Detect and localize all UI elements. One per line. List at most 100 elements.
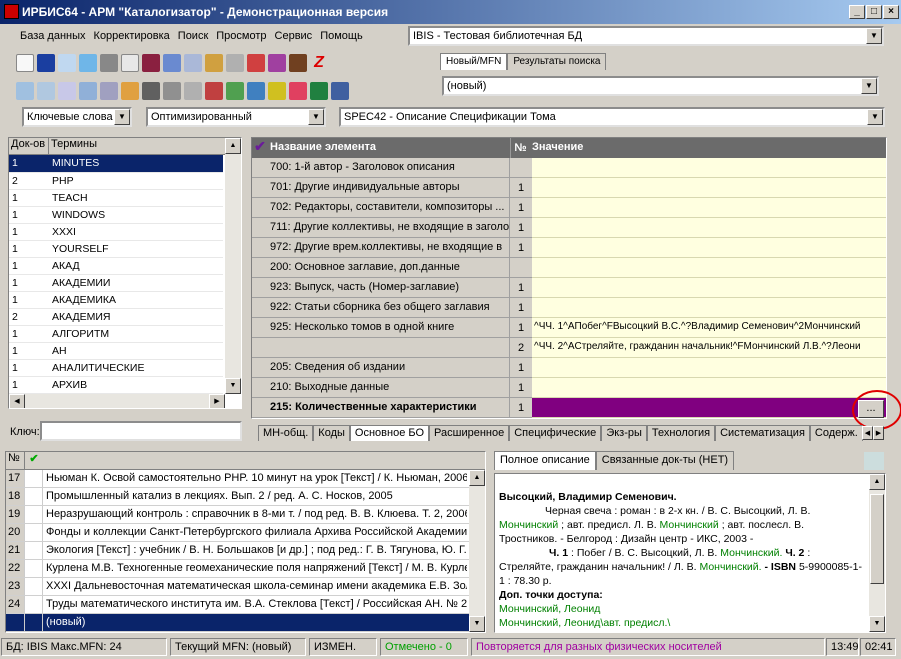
z-icon[interactable]: Z xyxy=(310,54,328,72)
worksheet-tab[interactable]: МН-общ. xyxy=(258,425,314,441)
term-row[interactable]: 1 АКАДЕМИКА xyxy=(9,291,223,309)
maximize-button[interactable]: □ xyxy=(866,5,882,19)
duplicate-icon[interactable] xyxy=(163,54,181,72)
chat-search-icon[interactable] xyxy=(37,82,55,100)
grid-row[interactable]: 200: Основное заглавие, доп.данные xyxy=(252,258,886,278)
result-row[interactable]: 23 XXXI Дальневосточная математическая ш… xyxy=(6,578,485,596)
minimize-button[interactable]: _ xyxy=(849,5,865,19)
grid-row[interactable]: 923: Выпуск, часть (Номер-заглавие) 1 xyxy=(252,278,886,298)
result-check[interactable] xyxy=(25,524,43,541)
term-row[interactable]: 1 YOURSELF xyxy=(9,240,223,258)
worksheet-tab[interactable]: Расширенное xyxy=(429,425,510,441)
forward-icon[interactable] xyxy=(226,82,244,100)
field-grid[interactable]: ✔ Название элемента № Значение 700: 1-й … xyxy=(251,137,887,419)
folder-icon[interactable] xyxy=(163,82,181,100)
app-icon[interactable] xyxy=(4,4,19,19)
terms-list[interactable]: Док-ов Термины 1 MINUTES 2 PHP 1 TEACH 1 WINDOW… xyxy=(8,137,242,409)
settings-icon[interactable] xyxy=(331,82,349,100)
scroll-down-icon[interactable]: ▼ xyxy=(469,616,485,632)
worksheet-tab[interactable]: Коды xyxy=(313,425,350,441)
element-value[interactable] xyxy=(532,178,886,198)
grid-row[interactable]: 702: Редакторы, составители, композиторы… xyxy=(252,198,886,218)
worksheet-tab[interactable]: Специфические xyxy=(509,425,602,441)
element-value[interactable] xyxy=(532,298,886,318)
checkmark-icon[interactable]: ✔ xyxy=(252,138,268,158)
element-value[interactable]: ^ЧЧ. 1^AПобег^FВысоцкий В.С.^?Владимир С… xyxy=(532,318,886,338)
mfn-select[interactable]: (новый) ▼ xyxy=(442,76,879,96)
grid-row[interactable]: 215: Количественные характеристики 1 xyxy=(252,398,886,418)
grid-row[interactable]: 972: Другие врем.коллективы, не входящие… xyxy=(252,238,886,258)
element-value[interactable]: ^ЧЧ. 2^AСтреляйте, гражданин начальник!^… xyxy=(532,338,886,358)
col-count[interactable]: Док-ов xyxy=(9,138,49,154)
grid-row[interactable]: 711: Другие коллективы, не входящие в за… xyxy=(252,218,886,238)
menu-view[interactable]: Просмотр xyxy=(212,30,270,42)
close-button[interactable]: × xyxy=(883,5,899,19)
result-check[interactable] xyxy=(25,596,43,613)
search-method-select[interactable]: Оптимизированный ▼ xyxy=(146,107,326,127)
scroll-thumb[interactable] xyxy=(870,494,884,584)
eye-icon[interactable] xyxy=(142,82,160,100)
report-icon[interactable] xyxy=(205,82,223,100)
term-row[interactable]: 1 АКАД xyxy=(9,257,223,275)
results-vscrollbar[interactable]: ▲ ▼ xyxy=(469,470,485,632)
database-select[interactable]: IBIS - Тестовая библиотечная БД ▼ xyxy=(408,26,884,46)
menu-database[interactable]: База данных xyxy=(16,30,90,42)
row-indicator[interactable] xyxy=(252,278,268,298)
new-doc-icon[interactable] xyxy=(16,54,34,72)
chevron-down-icon[interactable]: ▼ xyxy=(308,109,324,125)
element-value[interactable] xyxy=(532,258,886,278)
result-check[interactable] xyxy=(25,614,43,631)
chevron-down-icon[interactable]: ▼ xyxy=(867,109,883,125)
result-row[interactable]: 21 Экология [Текст] : учебник / В. Н. Бо… xyxy=(6,542,485,560)
next-record-icon[interactable] xyxy=(100,54,118,72)
menu-edit[interactable]: Корректировка xyxy=(90,30,174,42)
col-number[interactable]: № xyxy=(510,138,530,158)
result-check[interactable] xyxy=(25,488,43,505)
folder-open-icon[interactable] xyxy=(268,82,286,100)
tool-icon[interactable] xyxy=(121,82,139,100)
element-value[interactable] xyxy=(532,358,886,378)
mail-icon[interactable] xyxy=(58,82,76,100)
scroll-up-icon[interactable]: ▲ xyxy=(869,474,885,490)
desc-access-link-2[interactable]: Мончинский, Леонид\авт. предисл.\ xyxy=(499,616,865,630)
tab-new-mfn[interactable]: Новый/MFN xyxy=(440,53,508,70)
tab-right-icon[interactable]: ▶ xyxy=(873,426,884,440)
menu-service[interactable]: Сервис xyxy=(271,30,317,42)
scroll-up-icon[interactable]: ▲ xyxy=(225,138,241,154)
grid-row[interactable]: 922: Статьи сборника без общего заглавия… xyxy=(252,298,886,318)
edit-icon[interactable] xyxy=(205,54,223,72)
grid-row[interactable]: 2 ^ЧЧ. 2^AСтреляйте, гражданин начальник… xyxy=(252,338,886,358)
row-indicator[interactable] xyxy=(252,298,268,318)
worksheet-tab[interactable]: Экз-ры xyxy=(601,425,647,441)
term-row[interactable]: 1 WINDOWS xyxy=(9,206,223,224)
result-row[interactable]: 17 Ньюман К. Освой самостоятельно PHP. 1… xyxy=(6,470,485,488)
scroll-right-icon[interactable]: ▶ xyxy=(209,394,225,408)
tab-search-results[interactable]: Результаты поиска xyxy=(507,53,607,70)
menu-help[interactable]: Помощь xyxy=(316,30,367,42)
col-result-number[interactable]: № xyxy=(6,452,25,469)
print-icon[interactable] xyxy=(864,452,884,470)
worksheet-tab[interactable]: Технология xyxy=(646,425,716,441)
col-value[interactable]: Значение xyxy=(532,141,583,153)
chevron-down-icon[interactable]: ▼ xyxy=(114,109,130,125)
grid-row[interactable]: 925: Несколько томов в одной книге 1 ^ЧЧ… xyxy=(252,318,886,338)
undo-icon[interactable] xyxy=(58,54,76,72)
worksheet-tab[interactable]: Содерж. xyxy=(809,425,863,441)
menu-search[interactable]: Поиск xyxy=(174,30,212,42)
result-check[interactable] xyxy=(25,506,43,523)
term-row[interactable]: 1 АНАЛИТИЧЕСКИЕ xyxy=(9,359,223,377)
result-row[interactable]: 18 Промышленный катализ в лекциях. Вып. … xyxy=(6,488,485,506)
tab-linked-docs[interactable]: Связанные док-ты (НЕТ) xyxy=(595,451,735,470)
tab-full-description[interactable]: Полное описание xyxy=(494,451,596,470)
element-value[interactable] xyxy=(532,218,886,238)
terms-vscrollbar[interactable]: ▲ ▼ xyxy=(225,138,241,394)
element-value[interactable] xyxy=(532,158,886,178)
results-list[interactable]: № ✔ 17 Ньюман К. Освой самостоятельно PH… xyxy=(5,451,486,633)
row-indicator[interactable] xyxy=(252,258,268,278)
excel-icon[interactable] xyxy=(310,82,328,100)
term-row[interactable]: 1 АН xyxy=(9,342,223,360)
key-input[interactable] xyxy=(40,421,242,441)
result-check[interactable] xyxy=(25,470,43,487)
tab-left-icon[interactable]: ◀ xyxy=(862,426,873,440)
element-value[interactable] xyxy=(532,278,886,298)
